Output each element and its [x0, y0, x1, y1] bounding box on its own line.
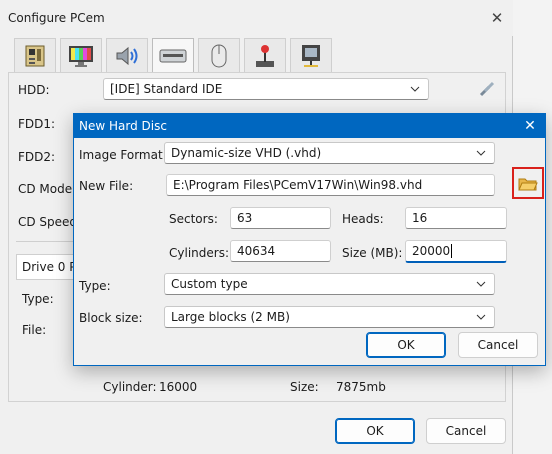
- size-mb-label: Size (MB):: [342, 246, 403, 260]
- folder-icon: [518, 178, 538, 191]
- wrench-icon: [479, 81, 495, 97]
- tab-network[interactable]: [290, 38, 332, 72]
- cylinders-input[interactable]: 40634: [230, 240, 331, 262]
- sectors-label: Sectors:: [169, 212, 218, 226]
- size-value: 7875mb: [336, 380, 386, 394]
- sectors-input[interactable]: 63: [230, 207, 331, 229]
- hdd-controller-value: [IDE] Standard IDE: [110, 82, 223, 96]
- tab-mouse[interactable]: [198, 38, 240, 72]
- network-icon: [302, 44, 320, 67]
- new-file-input[interactable]: E:\Program Files\PCemV17Win\Win98.vhd: [166, 174, 495, 196]
- dialog-cancel-button[interactable]: Cancel: [458, 332, 538, 358]
- cylinder-value: 16000: [159, 380, 198, 394]
- drive-icon: [159, 49, 187, 63]
- tab-joystick[interactable]: [244, 38, 286, 72]
- outer-window-title: Configure PCem: [8, 11, 105, 25]
- drive-file-label: File:: [22, 323, 47, 337]
- tab-display[interactable]: [60, 38, 102, 72]
- tab-sound[interactable]: [106, 38, 148, 72]
- image-format-label: Image Format:: [79, 148, 167, 162]
- fdd2-label: FDD2:: [18, 150, 56, 164]
- type-value: Custom type: [171, 277, 248, 291]
- separator: [16, 241, 76, 242]
- block-size-label: Block size:: [79, 311, 143, 325]
- image-format-select[interactable]: Dynamic-size VHD (.vhd): [164, 142, 495, 164]
- tab-motherboard[interactable]: [14, 38, 56, 72]
- chevron-down-icon: [476, 150, 486, 156]
- outer-ok-button[interactable]: OK: [335, 418, 415, 444]
- chevron-down-icon: [410, 86, 420, 92]
- type-label: Type:: [79, 279, 111, 293]
- size-mb-value: 20000: [412, 244, 451, 258]
- block-size-value: Large blocks (2 MB): [171, 310, 290, 324]
- text-cursor: [451, 244, 453, 258]
- cylinder-label: Cylinder:: [103, 380, 157, 394]
- dialog-ok-button[interactable]: OK: [366, 332, 446, 358]
- dialog-close-button[interactable]: ✕: [520, 116, 540, 136]
- outer-close-button[interactable]: ✕: [486, 8, 508, 28]
- outer-cancel-button[interactable]: Cancel: [426, 418, 506, 444]
- type-select[interactable]: Custom type: [164, 273, 495, 295]
- image-format-value: Dynamic-size VHD (.vhd): [171, 146, 322, 160]
- hdd-configure-button[interactable]: [475, 78, 499, 100]
- hdd-controller-select[interactable]: [IDE] Standard IDE: [103, 78, 429, 100]
- chevron-down-icon: [476, 314, 486, 320]
- new-file-label: New File:: [79, 179, 134, 193]
- dialog-title: New Hard Disc: [79, 119, 167, 133]
- cd-model-label: CD Model: [18, 182, 76, 196]
- cylinders-label: Cylinders:: [169, 246, 229, 260]
- size-label: Size:: [290, 380, 319, 394]
- mouse-icon: [211, 44, 227, 67]
- chevron-down-icon: [476, 281, 486, 287]
- monitor-icon: [69, 45, 93, 67]
- browse-file-button[interactable]: [516, 172, 540, 196]
- drive-type-label: Type:: [22, 292, 54, 306]
- speaker-icon: [116, 46, 138, 65]
- motherboard-icon: [25, 45, 45, 66]
- block-size-select[interactable]: Large blocks (2 MB): [164, 306, 495, 328]
- heads-input[interactable]: 16: [405, 207, 507, 229]
- joystick-icon: [256, 44, 274, 67]
- fdd1-label: FDD1:: [18, 117, 56, 131]
- heads-label: Heads:: [342, 212, 384, 226]
- tab-drives[interactable]: [152, 38, 194, 73]
- size-mb-input[interactable]: 20000: [405, 240, 507, 263]
- hdd-label: HDD:: [18, 83, 50, 97]
- cd-speed-label: CD Speed: [18, 215, 78, 229]
- new-hard-disc-dialog: New Hard Disc ✕ Image Format: Dynamic-si…: [73, 113, 546, 366]
